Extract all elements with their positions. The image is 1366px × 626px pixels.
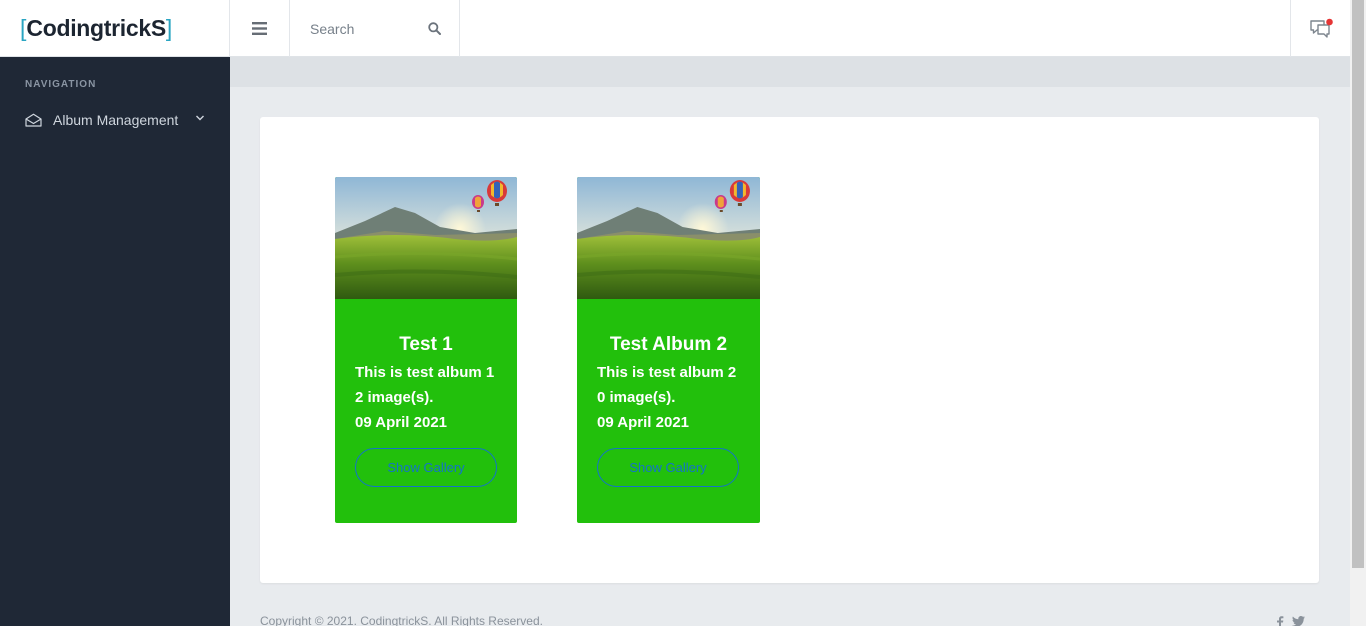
albums-panel: Test 1 This is test album 1 2 image(s). … (260, 117, 1319, 583)
notifications-button[interactable] (1290, 0, 1350, 57)
brand-bracket-close: ] (165, 15, 173, 41)
top-bar: [ CodingtrickS ] (0, 0, 1350, 57)
menu-toggle-button[interactable] (230, 0, 290, 57)
album-title: Test 1 (399, 334, 453, 355)
show-gallery-button[interactable]: Show Gallery (597, 448, 739, 487)
sidebar-item-label: Album Management (53, 112, 179, 128)
album-card: Test Album 2 This is test album 2 0 imag… (577, 177, 760, 523)
search-icon (428, 22, 441, 35)
brand-logo[interactable]: [ CodingtrickS ] (0, 0, 230, 57)
facebook-icon[interactable] (1276, 616, 1284, 626)
album-date: 09 April 2021 (355, 414, 447, 431)
chat-notification-icon (1309, 18, 1333, 38)
chevron-down-icon (196, 115, 204, 121)
search-input[interactable] (310, 20, 420, 37)
sidebar: NAVIGATION Album Management (0, 57, 230, 626)
album-description: This is test album 2 (597, 364, 737, 381)
album-image-count: 0 image(s). (597, 389, 676, 406)
brand-name: CodingtrickS (26, 15, 166, 41)
twitter-icon[interactable] (1292, 616, 1305, 626)
envelope-open-icon (25, 113, 42, 127)
album-date: 09 April 2021 (597, 414, 689, 431)
album-description: This is test album 1 (355, 364, 495, 381)
scrollbar-thumb[interactable] (1352, 0, 1364, 568)
album-title: Test Album 2 (609, 334, 728, 355)
album-thumbnail (335, 177, 517, 299)
hamburger-icon (252, 22, 267, 35)
album-image-count: 2 image(s). (355, 389, 434, 406)
page-header-bar (230, 57, 1350, 87)
album-card: Test 1 This is test album 1 2 image(s). … (335, 177, 517, 523)
footer-copyright: Copyright © 2021. CodingtrickS. All Righ… (260, 614, 543, 626)
nav-heading: NAVIGATION (25, 79, 97, 90)
footer-social (1276, 616, 1305, 626)
sidebar-item-album-management[interactable]: Album Management (0, 105, 230, 135)
show-gallery-button[interactable]: Show Gallery (355, 448, 497, 487)
album-thumbnail (577, 177, 760, 299)
page-scrollbar[interactable] (1350, 0, 1366, 626)
search-box (290, 0, 460, 57)
search-button[interactable] (428, 22, 441, 35)
